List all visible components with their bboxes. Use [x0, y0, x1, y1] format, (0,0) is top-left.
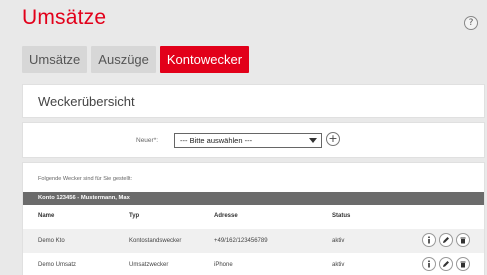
cell-adresse: +49/162/123456789	[214, 238, 268, 244]
page-title: Umsätze	[22, 6, 107, 29]
row-actions	[422, 257, 473, 271]
add-alarm-button[interactable]: +	[326, 132, 340, 146]
pencil-icon[interactable]	[439, 233, 453, 247]
tab-kontowecker[interactable]: Kontowecker	[159, 46, 250, 73]
info-icon[interactable]	[422, 233, 436, 247]
row-actions	[422, 233, 473, 247]
new-alarm-label: Neuer*:	[136, 137, 159, 144]
cell-typ: Kontostandswecker	[129, 238, 182, 244]
account-header: Konto 123456 - Mustermann, Max	[23, 192, 484, 205]
column-header-typ: Typ	[129, 213, 140, 219]
cell-name: Demo Umsatz	[38, 262, 77, 268]
tab-bar: Umsätze Auszüge Kontowecker	[22, 46, 253, 73]
cell-name: Demo Kto	[38, 238, 65, 244]
table-row: Demo Umsatz Umsatzwecker iPhone aktiv	[23, 253, 484, 275]
alarm-list-panel: Folgende Wecker sind für Sie gestellt: K…	[22, 162, 485, 275]
help-icon[interactable]: ?	[464, 16, 478, 30]
pencil-icon[interactable]	[439, 257, 453, 271]
trash-icon[interactable]	[456, 257, 470, 271]
chevron-down-icon	[309, 138, 317, 143]
section-heading: Weckerübersicht	[38, 94, 135, 109]
cell-status: aktiv	[332, 262, 345, 268]
table-row: Demo Kto Kontostandswecker +49/162/12345…	[23, 229, 484, 253]
cell-adresse: iPhone	[214, 262, 233, 268]
tab-umsaetze[interactable]: Umsätze	[22, 46, 88, 73]
list-intro-text: Folgende Wecker sind für Sie gestellt:	[38, 176, 133, 182]
new-alarm-panel: Neuer*: --- Bitte auswählen --- +	[22, 122, 485, 158]
column-header-adresse: Adresse	[214, 213, 238, 219]
cell-typ: Umsatzwecker	[129, 262, 169, 268]
trash-icon[interactable]	[456, 233, 470, 247]
column-header-status: Status	[332, 213, 351, 219]
column-header-name: Name	[38, 213, 55, 219]
info-icon[interactable]	[422, 257, 436, 271]
alarm-type-select-value: --- Bitte auswählen ---	[180, 136, 253, 145]
alarm-type-select[interactable]: --- Bitte auswählen ---	[174, 133, 322, 148]
overview-panel: Weckerübersicht	[22, 84, 485, 118]
tab-auszuege[interactable]: Auszüge	[91, 46, 156, 73]
cell-status: aktiv	[332, 238, 345, 244]
